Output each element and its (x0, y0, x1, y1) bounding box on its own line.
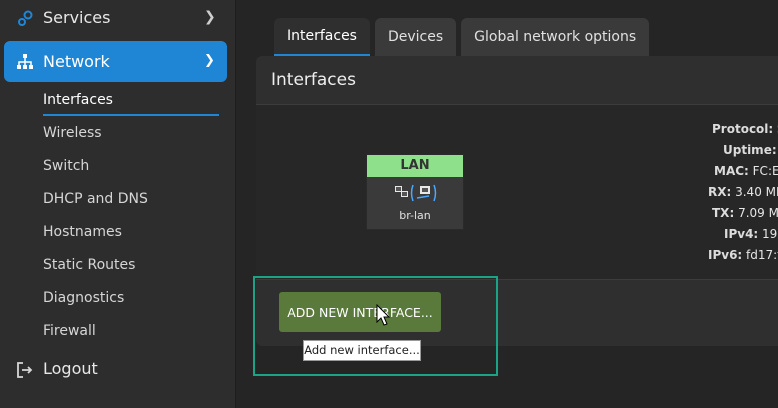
sidebar: Services ❯ Network ❯ Interfaces Wireless… (0, 0, 236, 408)
logout-icon (17, 362, 33, 378)
chevron-right-icon: ❯ (204, 9, 216, 25)
mouse-cursor-icon (376, 304, 391, 326)
info-label: IPv4: (724, 227, 759, 241)
tab-global-network-options[interactable]: Global network options (461, 18, 650, 56)
add-new-interface-button[interactable]: ADD NEW INTERFACE... (279, 292, 441, 332)
info-label: Protocol: (712, 122, 774, 136)
ipv4-info: IPv4: 192 (724, 227, 778, 241)
tx-info: TX: 7.09 MB (712, 206, 778, 220)
sidebar-item-static-routes[interactable]: Static Routes (43, 257, 135, 273)
network-icon (17, 54, 33, 69)
info-label: MAC: (714, 164, 749, 178)
ethernet-port-icon (395, 184, 437, 202)
mac-info: MAC: FC:EE (714, 164, 778, 178)
sidebar-item-firewall[interactable]: Firewall (43, 323, 96, 339)
tooltip: Add new interface... (303, 340, 421, 361)
rx-info: RX: 3.40 MB (708, 185, 778, 199)
active-underline (43, 114, 219, 116)
sidebar-item-label: Network (43, 52, 110, 71)
logout-button[interactable]: Logout (0, 355, 235, 387)
chevron-down-icon: ❯ (204, 53, 215, 68)
sidebar-item-dhcp-dns[interactable]: DHCP and DNS (43, 191, 148, 207)
gears-icon (18, 10, 33, 26)
sidebar-item-switch[interactable]: Switch (43, 158, 89, 174)
ipv6-info: IPv6: fd17:f0 (708, 248, 778, 262)
sidebar-item-wireless[interactable]: Wireless (43, 125, 102, 141)
uptime-info: Uptime: 0 (723, 143, 778, 157)
sidebar-item-interfaces[interactable]: Interfaces (43, 92, 113, 108)
logout-label: Logout (43, 359, 98, 378)
tab-interfaces[interactable]: Interfaces (274, 18, 370, 56)
info-label: RX: (708, 185, 732, 199)
sidebar-item-label: Services (43, 8, 111, 27)
info-label: IPv6: (708, 248, 743, 262)
interface-name: LAN (367, 155, 463, 177)
tab-devices[interactable]: Devices (374, 18, 457, 56)
interface-badge-lan[interactable]: LAN br-lan (366, 154, 464, 230)
interface-row (256, 105, 778, 279)
panel-title: Interfaces (271, 70, 356, 90)
interface-device: br-lan (399, 209, 431, 222)
sidebar-item-services[interactable]: Services ❯ (0, 0, 235, 38)
info-label: TX: (712, 206, 735, 220)
sidebar-item-hostnames[interactable]: Hostnames (43, 224, 122, 240)
sidebar-item-diagnostics[interactable]: Diagnostics (43, 290, 124, 306)
tab-bar: Interfaces Devices Global network option… (274, 18, 654, 56)
protocol-info: Protocol: St (712, 122, 778, 136)
info-label: Uptime: (723, 143, 777, 157)
sidebar-item-network[interactable]: Network ❯ (4, 41, 227, 82)
